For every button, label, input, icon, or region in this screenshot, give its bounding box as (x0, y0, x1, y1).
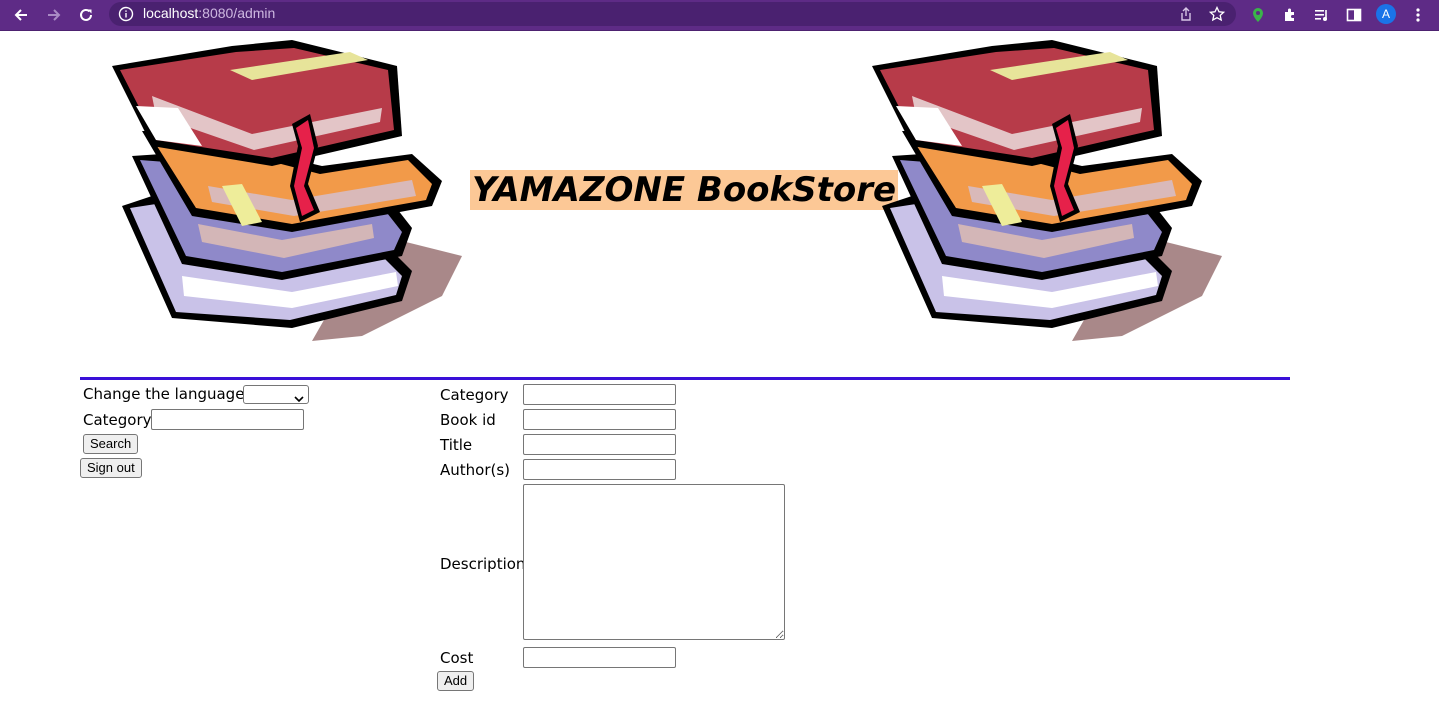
book-id-input[interactable] (523, 409, 676, 430)
header-divider (80, 377, 1290, 380)
sign-out-button[interactable]: Sign out (80, 458, 142, 478)
side-panel-icon[interactable] (1344, 5, 1364, 25)
books-stack-image-right (872, 40, 1222, 341)
search-button[interactable]: Search (83, 434, 139, 454)
profile-avatar[interactable]: A (1376, 4, 1396, 24)
bookmark-star-icon[interactable] (1208, 5, 1226, 22)
location-extension-icon[interactable] (1248, 5, 1268, 25)
add-book-button[interactable]: Add (437, 671, 475, 691)
site-info-icon[interactable] (118, 6, 134, 22)
books-stack-image-left (112, 40, 462, 341)
search-category-label: Category (83, 411, 152, 429)
media-control-icon[interactable] (1312, 5, 1332, 25)
language-select[interactable] (243, 385, 309, 404)
title-label: Title (440, 436, 473, 454)
url-host: localhost (143, 5, 199, 21)
add-category-input[interactable] (523, 384, 676, 405)
reload-icon[interactable] (75, 4, 97, 26)
chevron-down-icon (294, 389, 304, 403)
book-id-label: Book id (440, 411, 496, 429)
description-textarea[interactable] (523, 484, 785, 640)
address-bar[interactable]: localhost:8080/admin (109, 2, 1236, 26)
description-label: Description (440, 555, 526, 573)
authors-label: Author(s) (440, 461, 511, 479)
language-label: Change the language: (83, 385, 250, 403)
browser-toolbar: localhost:8080/admin A (0, 0, 1439, 31)
forward-icon[interactable] (43, 4, 65, 26)
extensions-puzzle-icon[interactable] (1280, 5, 1300, 25)
url-path: :8080/admin (198, 5, 276, 21)
address-url: localhost:8080/admin (143, 5, 275, 21)
menu-kebab-icon[interactable] (1408, 5, 1428, 25)
share-icon[interactable] (1178, 6, 1194, 22)
title-input[interactable] (523, 434, 676, 455)
back-icon[interactable] (10, 4, 32, 26)
cost-label: Cost (440, 649, 474, 667)
add-category-label: Category (440, 386, 509, 404)
store-title: YAMAZONE BookStore (470, 170, 899, 210)
search-category-input[interactable] (151, 409, 304, 430)
authors-input[interactable] (523, 459, 676, 480)
cost-input[interactable] (523, 647, 676, 668)
